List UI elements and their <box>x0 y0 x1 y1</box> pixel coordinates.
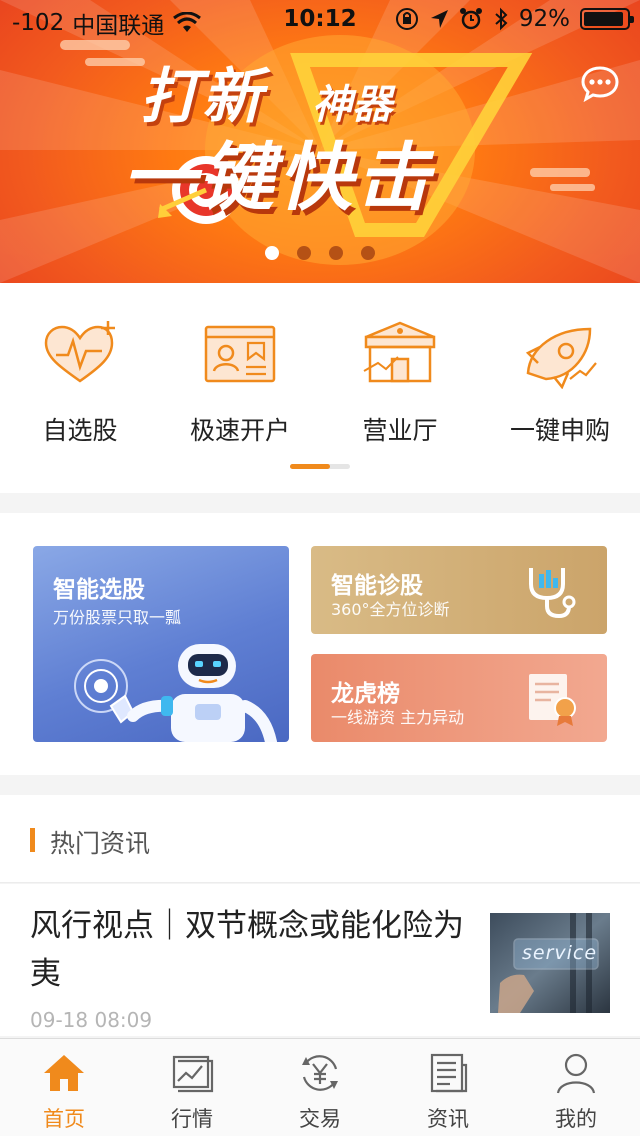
user-icon <box>556 1053 596 1094</box>
hot-news-header: 热门资讯 <box>0 795 640 883</box>
card-subtitle: 360°全方位诊断 <box>331 600 450 619</box>
battery-level <box>584 12 623 26</box>
carousel-dot[interactable] <box>361 246 375 260</box>
tab-trade[interactable]: 交易 <box>256 1039 384 1136</box>
status-bar: -102 中国联通 10:12 92% <box>0 0 640 40</box>
certificate-icon <box>529 674 576 726</box>
quick-item-label: 一键申购 <box>509 416 610 445</box>
card-subtitle: 一线游资 主力异动 <box>331 708 465 727</box>
tab-news[interactable]: 资讯 <box>384 1039 512 1136</box>
quick-item-open-account[interactable]: 极速开户 <box>160 283 320 463</box>
home-icon <box>44 1055 84 1091</box>
quick-item-branch-hall[interactable]: 营业厅 <box>320 283 480 463</box>
message-bubble-icon[interactable] <box>580 64 620 104</box>
promo-banner[interactable]: -102 中国联通 10:12 92% 打新 神器 一键快击 <box>0 0 640 283</box>
tab-label: 交易 <box>299 1107 341 1131</box>
carousel-dot[interactable] <box>265 246 279 260</box>
news-thumbnail[interactable]: service <box>490 913 610 1013</box>
battery-icon <box>580 8 634 30</box>
quick-item-label: 营业厅 <box>362 416 438 445</box>
carousel-dot[interactable] <box>329 246 343 260</box>
quick-item-label: 自选股 <box>42 416 118 445</box>
smart-stock-picking-card[interactable]: 智能选股 万份股票只取一瓢 <box>33 546 289 742</box>
alarm-icon <box>459 8 482 30</box>
app-screen: -102 中国联通 10:12 92% 打新 神器 一键快击 自选股 极速开户 … <box>0 0 640 1136</box>
dragon-tiger-list-card[interactable]: 龙虎榜 一线游资 主力异动 <box>311 654 607 742</box>
battery-percentage: 92% <box>518 6 570 32</box>
card-title: 龙虎榜 <box>331 681 400 707</box>
tab-home[interactable]: 首页 <box>0 1039 128 1136</box>
quick-menu: 自选股 极速开户 营业厅 一键申购 <box>0 283 640 493</box>
news-item[interactable]: 风行视点｜双节概念或能化险为夷 09-18 08:09 service <box>0 884 640 1036</box>
carousel-dot[interactable] <box>297 246 311 260</box>
section-accent-bar <box>30 828 35 852</box>
news-icon <box>430 1053 468 1093</box>
robot-illustration <box>74 644 277 742</box>
news-time: 09-18 08:09 <box>30 1008 153 1032</box>
tab-label: 首页 <box>43 1107 85 1131</box>
news-headline[interactable]: 风行视点｜双节概念或能化险为夷 <box>30 902 470 998</box>
carousel-indicator[interactable] <box>0 246 640 260</box>
tab-label: 行情 <box>171 1107 213 1131</box>
quick-item-label: 极速开户 <box>189 416 290 445</box>
quick-item-watchlist[interactable]: 自选股 <box>0 283 160 463</box>
quick-menu-pager <box>290 464 350 469</box>
tab-me[interactable]: 我的 <box>512 1039 640 1136</box>
id-card-icon <box>204 325 276 383</box>
card-title: 智能诊股 <box>331 573 423 599</box>
heart-chart-icon <box>44 321 115 383</box>
section-title: 热门资讯 <box>50 829 151 858</box>
rocket-icon <box>525 327 597 389</box>
stethoscope-chart-icon <box>529 568 576 619</box>
chart-icon <box>172 1055 214 1093</box>
tab-label: 资讯 <box>427 1107 469 1131</box>
location-arrow-icon <box>430 10 448 28</box>
banner-headline-main: 一键快击 <box>122 135 434 221</box>
smart-stock-diagnosis-card[interactable]: 智能诊股 360°全方位诊断 <box>311 546 607 634</box>
feature-cards: 智能选股 万份股票只取一瓢 智能诊股 360°全方位诊断 龙虎榜 一线游资 主力… <box>0 513 640 775</box>
tab-market[interactable]: 行情 <box>128 1039 256 1136</box>
bottom-tab-bar: 首页 行情 交易 资讯 我的 <box>0 1038 640 1136</box>
quick-item-one-click-subscribe[interactable]: 一键申购 <box>480 283 640 463</box>
bluetooth-icon <box>495 7 508 31</box>
tab-label: 我的 <box>555 1107 597 1131</box>
quick-menu-pager-active <box>290 464 330 469</box>
orientation-lock-icon <box>395 8 418 30</box>
thumbnail-caption: service <box>522 942 598 964</box>
storefront-icon <box>363 321 436 383</box>
yen-exchange-icon <box>302 1055 338 1091</box>
